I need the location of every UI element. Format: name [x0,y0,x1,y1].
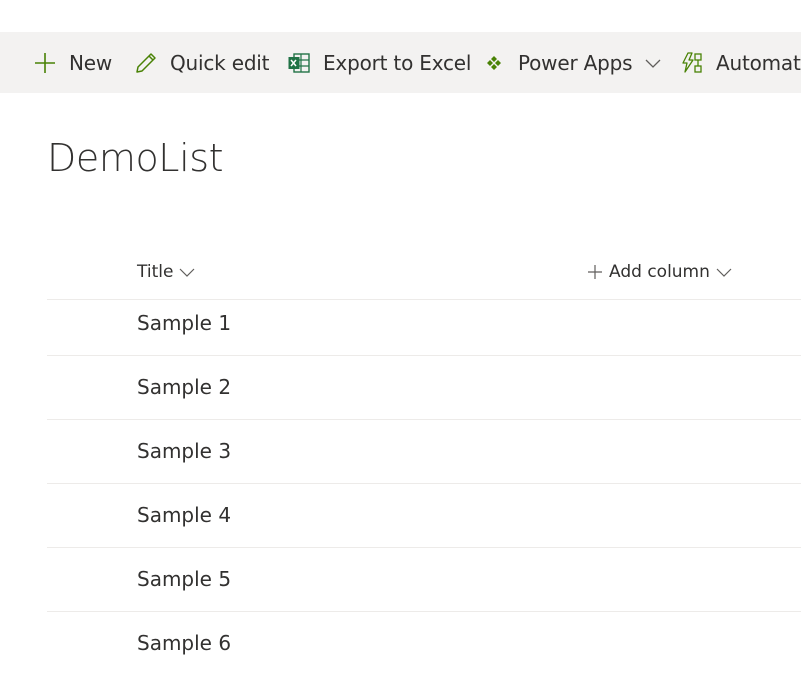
export-to-excel-button-label: Export to Excel [323,50,472,75]
title-cell[interactable]: Sample 5 [137,567,231,591]
plus-icon [33,51,57,75]
title-cell[interactable]: Sample 4 [137,503,231,527]
title-cell[interactable]: Sample 1 [137,311,231,335]
table-row[interactable]: Sample 3 [47,420,801,484]
power-apps-button-label: Power Apps [518,50,633,75]
automate-button[interactable]: Automate [680,32,801,93]
title-cell[interactable]: Sample 6 [137,631,231,655]
quick-edit-button[interactable]: Quick edit [134,32,270,93]
quick-edit-button-label: Quick edit [170,50,270,75]
title-cell[interactable]: Sample 2 [137,375,231,399]
new-button[interactable]: New [33,32,112,93]
table-row[interactable]: Sample 4 [47,484,801,548]
plus-icon [587,264,603,280]
add-column-button[interactable]: Add column [587,262,732,282]
page-title: DemoList [47,136,224,180]
title-cell[interactable]: Sample 3 [137,439,231,463]
chevron-down-icon [644,54,662,72]
automate-icon [680,51,704,75]
table-row[interactable]: Sample 1 [47,300,801,356]
power-apps-button[interactable]: Power Apps [482,32,662,93]
table-row[interactable]: Sample 2 [47,356,801,420]
column-header-title-label: Title [137,262,174,282]
chevron-down-icon [179,264,195,280]
power-apps-icon [482,51,506,75]
excel-icon [287,51,311,75]
column-header-title[interactable]: Title [137,262,195,282]
list-header: Title Add column [47,248,801,300]
automate-button-label: Automate [716,50,801,75]
export-to-excel-button[interactable]: Export to Excel [287,32,471,93]
table-row[interactable]: Sample 5 [47,548,801,612]
command-bar: New Quick edit Export to Excel Power App… [0,32,801,93]
add-column-label: Add column [609,262,710,282]
chevron-down-icon [716,264,732,280]
table-row[interactable]: Sample 6 [47,612,801,675]
pencil-icon [134,51,158,75]
new-button-label: New [69,50,113,75]
list-view: Title Add column Sample 1 Sample 2 Sampl… [47,248,801,675]
